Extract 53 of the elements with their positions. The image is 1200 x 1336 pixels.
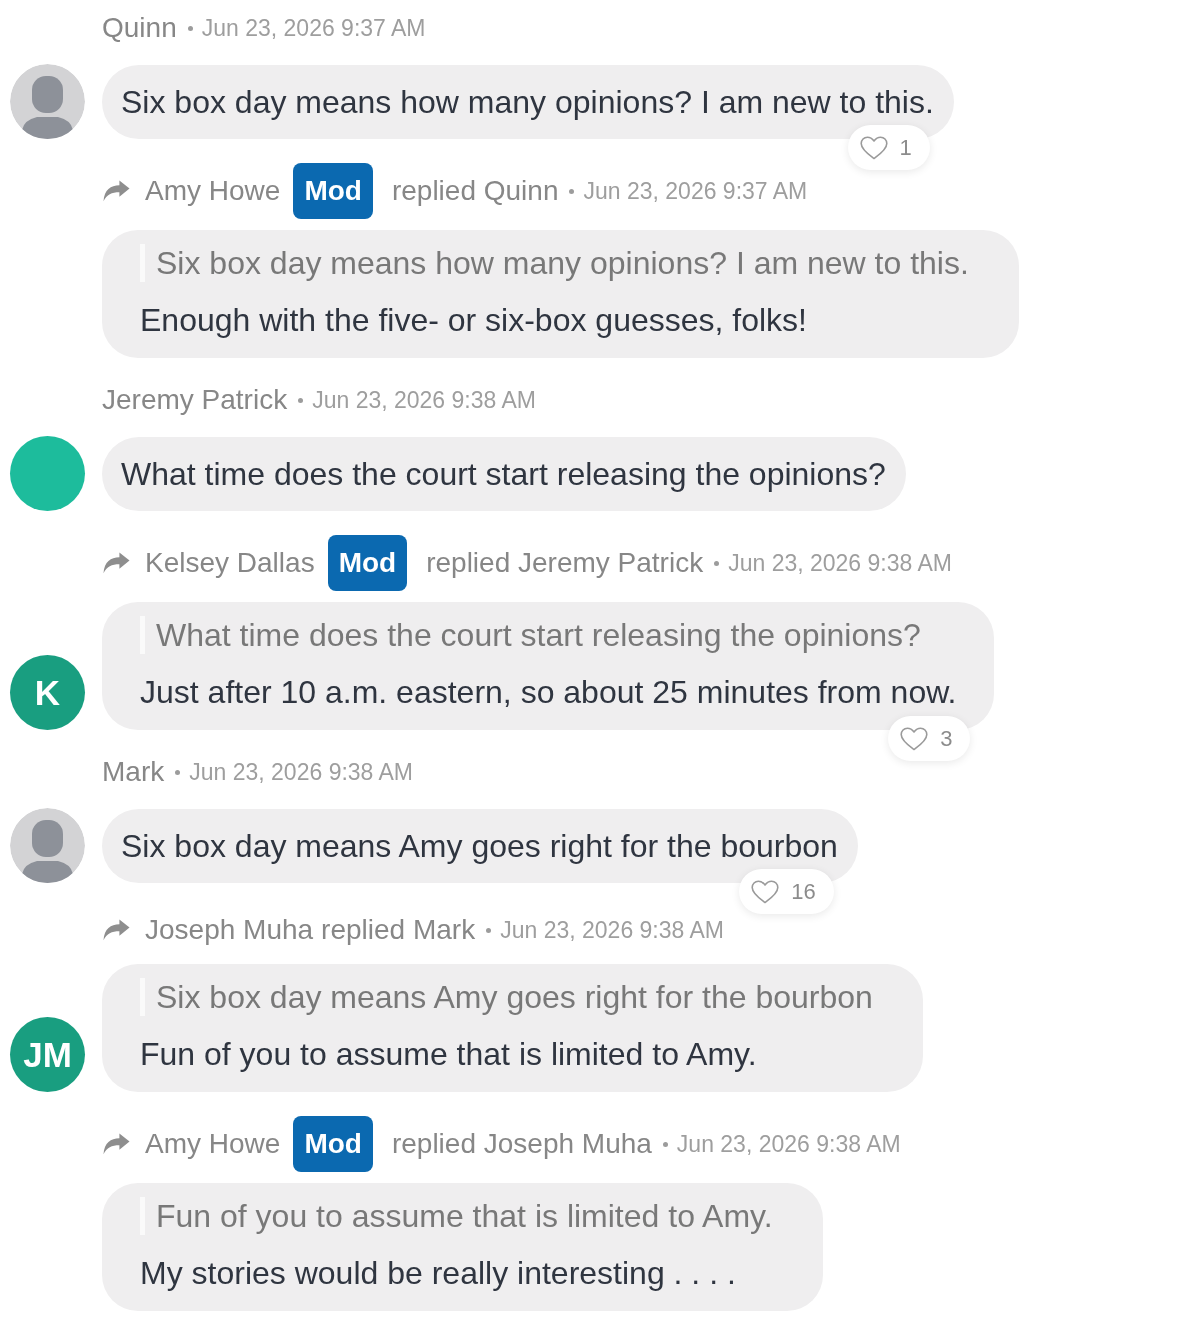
timestamp: Jun 23, 2026 9:38 AM bbox=[728, 549, 952, 578]
timestamp: Jun 23, 2026 9:38 AM bbox=[312, 386, 536, 415]
moderator-badge: Mod bbox=[327, 535, 408, 591]
like-button[interactable]: 16 bbox=[739, 869, 834, 914]
message-text: Just after 10 a.m. eastern, so about 25 minutes from now. bbox=[140, 673, 957, 711]
heart-icon bbox=[900, 726, 929, 751]
quoted-text: What time does the court start releasing the opinions? bbox=[140, 616, 957, 654]
timestamp: Jun 23, 2026 9:37 AM bbox=[583, 177, 808, 206]
separator-dot-icon bbox=[662, 1141, 668, 1147]
message-text: Enough with the five- or six-box guesses, folks! bbox=[140, 301, 808, 339]
avatar: K bbox=[10, 655, 85, 730]
curved-arrow-icon bbox=[103, 180, 130, 202]
replied-to-text: replied Jeremy Patrick bbox=[426, 546, 704, 580]
message-text: My stories would be really interesting . . . . bbox=[140, 1254, 737, 1292]
author-name: Joseph Muha bbox=[145, 913, 314, 947]
heart-icon bbox=[751, 879, 780, 904]
user-silhouette-icon bbox=[10, 64, 85, 139]
heart-icon bbox=[859, 135, 888, 160]
quoted-text: Six box day means how many opinions? I am new to this. bbox=[140, 244, 981, 282]
separator-dot-icon bbox=[486, 927, 492, 933]
separator-dot-icon bbox=[298, 397, 304, 403]
like-button[interactable]: 1 bbox=[847, 125, 930, 170]
curved-arrow-icon bbox=[103, 552, 130, 574]
author-name: Amy Howe bbox=[145, 1127, 281, 1161]
replied-to-text: replied Quinn bbox=[391, 174, 559, 208]
author-name: Amy Howe bbox=[145, 174, 281, 208]
timestamp: Jun 23, 2026 9:38 AM bbox=[676, 1130, 901, 1159]
timestamp: Jun 23, 2026 9:37 AM bbox=[201, 14, 426, 43]
replied-to-text: replied Joseph Muha bbox=[391, 1127, 652, 1161]
separator-dot-icon bbox=[569, 188, 575, 194]
author-name: Quinn bbox=[102, 11, 177, 45]
like-button[interactable]: 3 bbox=[888, 716, 971, 761]
message-text: Six box day means how many opinions? I am new to this. bbox=[121, 83, 934, 121]
separator-dot-icon bbox=[175, 769, 181, 775]
quoted-text: Six box day means Amy goes right for the bourbon bbox=[140, 978, 885, 1016]
author-name: Jeremy Patrick bbox=[102, 383, 288, 417]
author-name: Mark bbox=[102, 755, 165, 789]
separator-dot-icon bbox=[187, 25, 193, 31]
message-text: Six box day means Amy goes right for the bourbon bbox=[121, 827, 838, 865]
timestamp: Jun 23, 2026 9:38 AM bbox=[189, 758, 413, 787]
timestamp: Jun 23, 2026 9:38 AM bbox=[500, 916, 724, 945]
quoted-text: Fun of you to assume that is limited to Amy. bbox=[140, 1197, 785, 1235]
avatar: JM bbox=[10, 1017, 85, 1092]
author-name: Kelsey Dallas bbox=[145, 546, 315, 580]
replied-to-text: replied Mark bbox=[321, 913, 476, 947]
message-text: What time does the court start releasing the opinions? bbox=[121, 455, 886, 493]
separator-dot-icon bbox=[714, 560, 720, 566]
curved-arrow-icon bbox=[103, 919, 130, 941]
user-silhouette-icon bbox=[10, 808, 85, 883]
moderator-badge: Mod bbox=[293, 163, 373, 219]
moderator-badge: Mod bbox=[293, 1116, 373, 1172]
message-text: Fun of you to assume that is limited to Amy. bbox=[140, 1035, 758, 1073]
curved-arrow-icon bbox=[103, 1133, 130, 1155]
